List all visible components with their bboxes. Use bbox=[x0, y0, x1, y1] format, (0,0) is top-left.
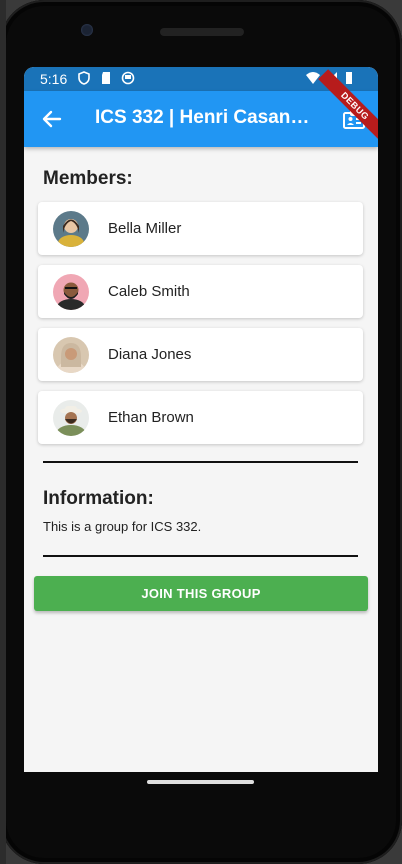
member-name: Caleb Smith bbox=[108, 283, 190, 300]
app-screen: 5:16 ICS 332 | Henri Casanova DEBUG Memb… bbox=[24, 67, 378, 772]
divider bbox=[43, 555, 358, 557]
member-name: Diana Jones bbox=[108, 346, 192, 363]
avatar bbox=[53, 274, 89, 310]
page-title: ICS 332 | Henri Casanova bbox=[95, 107, 317, 128]
circle-icon bbox=[121, 71, 135, 85]
avatar bbox=[53, 400, 89, 436]
sd-card-icon bbox=[102, 72, 110, 84]
join-group-button[interactable]: JOIN THIS GROUP bbox=[34, 576, 368, 611]
phone-edge bbox=[0, 0, 6, 864]
member-name: Bella Miller bbox=[108, 220, 182, 237]
earpiece-speaker bbox=[160, 28, 244, 36]
app-bar: ICS 332 | Henri Casanova DEBUG bbox=[24, 69, 378, 147]
phone-frame: 5:16 ICS 332 | Henri Casanova DEBUG Memb… bbox=[0, 0, 402, 864]
avatar bbox=[53, 337, 89, 373]
member-card-ethan[interactable]: Ethan Brown bbox=[38, 391, 363, 444]
front-camera bbox=[81, 24, 93, 36]
shield-icon bbox=[78, 71, 90, 85]
member-card-bella[interactable]: Bella Miller bbox=[38, 202, 363, 255]
back-arrow-icon[interactable] bbox=[38, 105, 66, 133]
home-indicator[interactable] bbox=[147, 780, 254, 784]
members-heading: Members: bbox=[43, 168, 133, 189]
battery-icon bbox=[346, 72, 352, 84]
divider bbox=[43, 461, 358, 463]
member-card-diana[interactable]: Diana Jones bbox=[38, 328, 363, 381]
avatar bbox=[53, 211, 89, 247]
status-time: 5:16 bbox=[40, 71, 68, 87]
member-card-caleb[interactable]: Caleb Smith bbox=[38, 265, 363, 318]
member-name: Ethan Brown bbox=[108, 409, 194, 426]
information-heading: Information: bbox=[43, 488, 154, 509]
information-text: This is a group for ICS 332. bbox=[43, 519, 202, 534]
